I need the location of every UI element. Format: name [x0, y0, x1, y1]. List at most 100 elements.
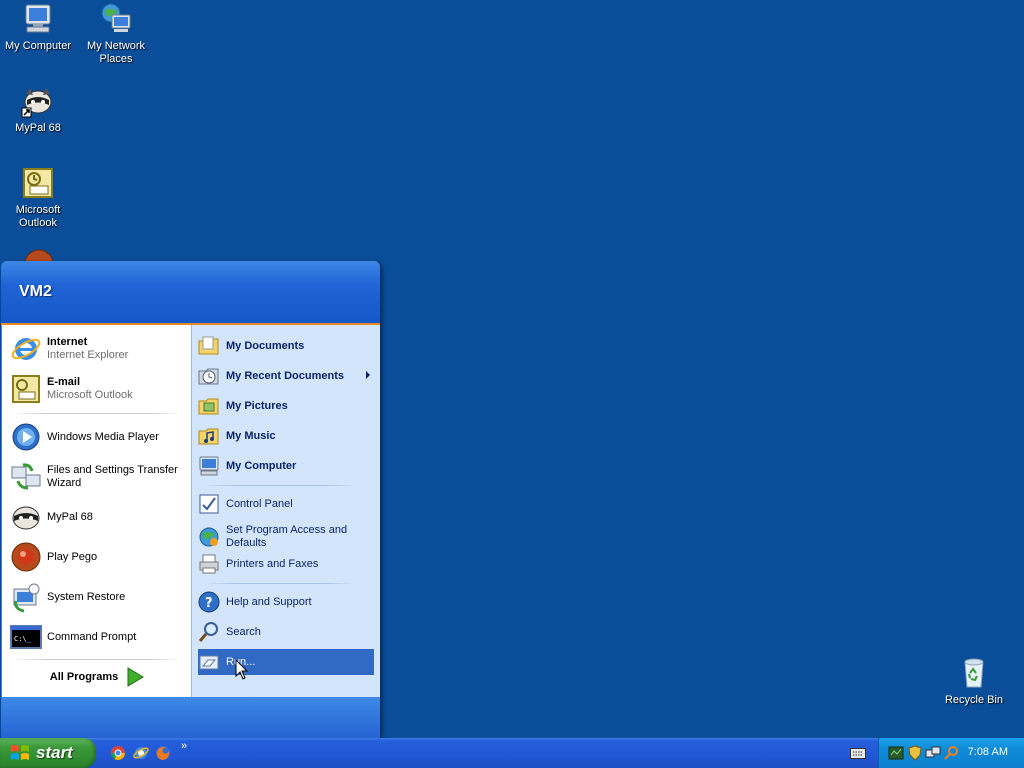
search-icon [198, 622, 218, 642]
place-my-computer[interactable]: My Computer [198, 453, 374, 479]
printer-icon [199, 554, 219, 574]
separator [14, 413, 182, 414]
all-programs-label: All Programs [49, 671, 119, 683]
desktop-icon-label: Recycle Bin [944, 694, 1004, 706]
start-menu: VM2 Internet Internet Explorer E-mail Mi… [1, 261, 380, 738]
network-places-icon [101, 3, 131, 32]
internet-explorer-icon[interactable] [133, 745, 149, 761]
place-my-documents[interactable]: My Documents [198, 333, 374, 359]
my-computer-icon [199, 456, 219, 476]
place-label: My Documents [226, 339, 305, 352]
firefox-icon[interactable] [155, 745, 171, 761]
search-item[interactable]: Search [198, 619, 374, 645]
pinned-item-title: E-mail [47, 376, 81, 388]
quick-launch-more[interactable]: » [181, 740, 187, 752]
pego-desktop-icon[interactable] [22, 247, 56, 261]
music-folder-icon [198, 428, 219, 445]
network-connection-icon[interactable] [925, 745, 941, 761]
recent-documents-icon [198, 368, 219, 385]
recent-item-label: Play Pego [47, 550, 98, 563]
clock[interactable]: 7:08 AM [968, 746, 1008, 758]
separator [204, 583, 356, 584]
transfer-wizard-icon [11, 463, 41, 490]
place-my-recent-documents[interactable]: My Recent Documents [198, 363, 374, 389]
svg-text:?: ? [205, 596, 213, 611]
green-arrow-icon [127, 667, 145, 687]
recent-item-label: Command Prompt [47, 630, 137, 643]
windows-logo-icon [11, 745, 29, 760]
recent-item-command-prompt[interactable]: C:\_ Command Prompt [10, 619, 186, 655]
recent-item-label: MyPal 68 [47, 510, 93, 523]
mypal-icon [12, 506, 40, 530]
desktop-icon-label: My Computer [4, 40, 72, 52]
outlook-icon [12, 375, 40, 403]
pinned-item-subtitle: Microsoft Outlook [47, 389, 133, 401]
help-icon: ? [198, 591, 220, 613]
mouse-cursor-icon [235, 659, 249, 680]
recent-item-system-restore[interactable]: System Restore [10, 579, 186, 615]
outlook-icon [23, 168, 53, 198]
system-tray: 7:08 AM [878, 738, 1024, 768]
pictures-folder-icon [198, 398, 219, 415]
recent-item-mypal[interactable]: MyPal 68 [10, 499, 186, 535]
mypal-icon [21, 88, 52, 118]
start-label: start [36, 743, 73, 762]
desktop-icon-my-computer[interactable]: My Computer [0, 2, 76, 53]
my-computer-icon [25, 4, 51, 33]
desktop-icon-recycle-bin[interactable]: Recycle Bin [936, 656, 1012, 707]
place-my-pictures[interactable]: My Pictures [198, 393, 374, 419]
pego-icon [11, 542, 41, 572]
search-icon[interactable] [943, 745, 959, 761]
user-name: VM2 [19, 283, 52, 300]
desktop-icon-mypal[interactable]: MyPal 68 [0, 84, 76, 135]
command-prompt-icon: C:\_ [10, 625, 42, 649]
control-panel-icon [199, 494, 219, 514]
desktop-icon-label: My Network Places [86, 40, 146, 65]
start-menu-left-panel: Internet Internet Explorer E-mail Micros… [1, 325, 191, 697]
place-label: My Pictures [226, 399, 288, 412]
pinned-item-title: Internet [47, 336, 88, 348]
system-restore-icon [13, 583, 40, 613]
run-item[interactable]: Run... [198, 649, 374, 675]
media-player-icon [12, 423, 40, 451]
all-programs-button[interactable]: All Programs [2, 657, 192, 697]
pinned-item-subtitle: Internet Explorer [47, 349, 129, 361]
settings-label: Set Program Access and Defaults [226, 524, 348, 549]
recent-item-label: Files and Settings Transfer Wizard [47, 464, 178, 489]
place-my-music[interactable]: My Music [198, 423, 374, 449]
recent-item-label: System Restore [47, 590, 126, 603]
settings-label: Printers and Faxes [226, 557, 319, 570]
recent-item-media-player[interactable]: Windows Media Player [10, 419, 186, 455]
help-label: Help and Support [226, 595, 312, 608]
help-and-support[interactable]: ? Help and Support [198, 589, 374, 615]
svg-text:C:\_: C:\_ [14, 635, 32, 643]
taskbar: start » 7:08 AM [0, 738, 1024, 768]
keyboard-icon[interactable] [850, 746, 866, 760]
settings-label: Control Panel [226, 497, 293, 510]
desktop-icon-network-places[interactable]: My Network Places [78, 2, 154, 66]
start-menu-footer [1, 697, 380, 738]
chrome-icon[interactable] [110, 745, 126, 761]
place-label: My Music [226, 429, 276, 442]
recent-item-transfer-wizard[interactable]: Files and Settings Transfer Wizard [10, 459, 186, 495]
settings-program-access[interactable]: Set Program Access and Defaults [198, 521, 374, 553]
desktop-icon-outlook[interactable]: Microsoft Outlook [0, 166, 76, 230]
settings-printers-faxes[interactable]: Printers and Faxes [198, 551, 374, 577]
desktop-icon-label: MyPal 68 [15, 122, 61, 134]
network-monitor-icon[interactable] [888, 745, 904, 761]
separator [204, 485, 356, 486]
help-label: Search [226, 625, 261, 638]
start-menu-right-panel: My Documents My Recent Documents My Pict… [191, 325, 380, 697]
start-button[interactable]: start [0, 738, 96, 768]
recent-item-play-pego[interactable]: Play Pego [10, 539, 186, 575]
security-shield-icon[interactable] [907, 745, 923, 761]
recycle-bin-icon [964, 658, 984, 688]
settings-control-panel[interactable]: Control Panel [198, 491, 374, 517]
place-label: My Recent Documents [226, 369, 344, 382]
folder-icon [198, 336, 219, 355]
recent-item-label: Windows Media Player [47, 430, 159, 443]
pinned-item-email[interactable]: E-mail Microsoft Outlook [10, 371, 186, 407]
submenu-arrow-icon [366, 371, 370, 379]
desktop-icon-label: Microsoft Outlook [15, 204, 61, 229]
pinned-item-internet[interactable]: Internet Internet Explorer [10, 331, 186, 367]
